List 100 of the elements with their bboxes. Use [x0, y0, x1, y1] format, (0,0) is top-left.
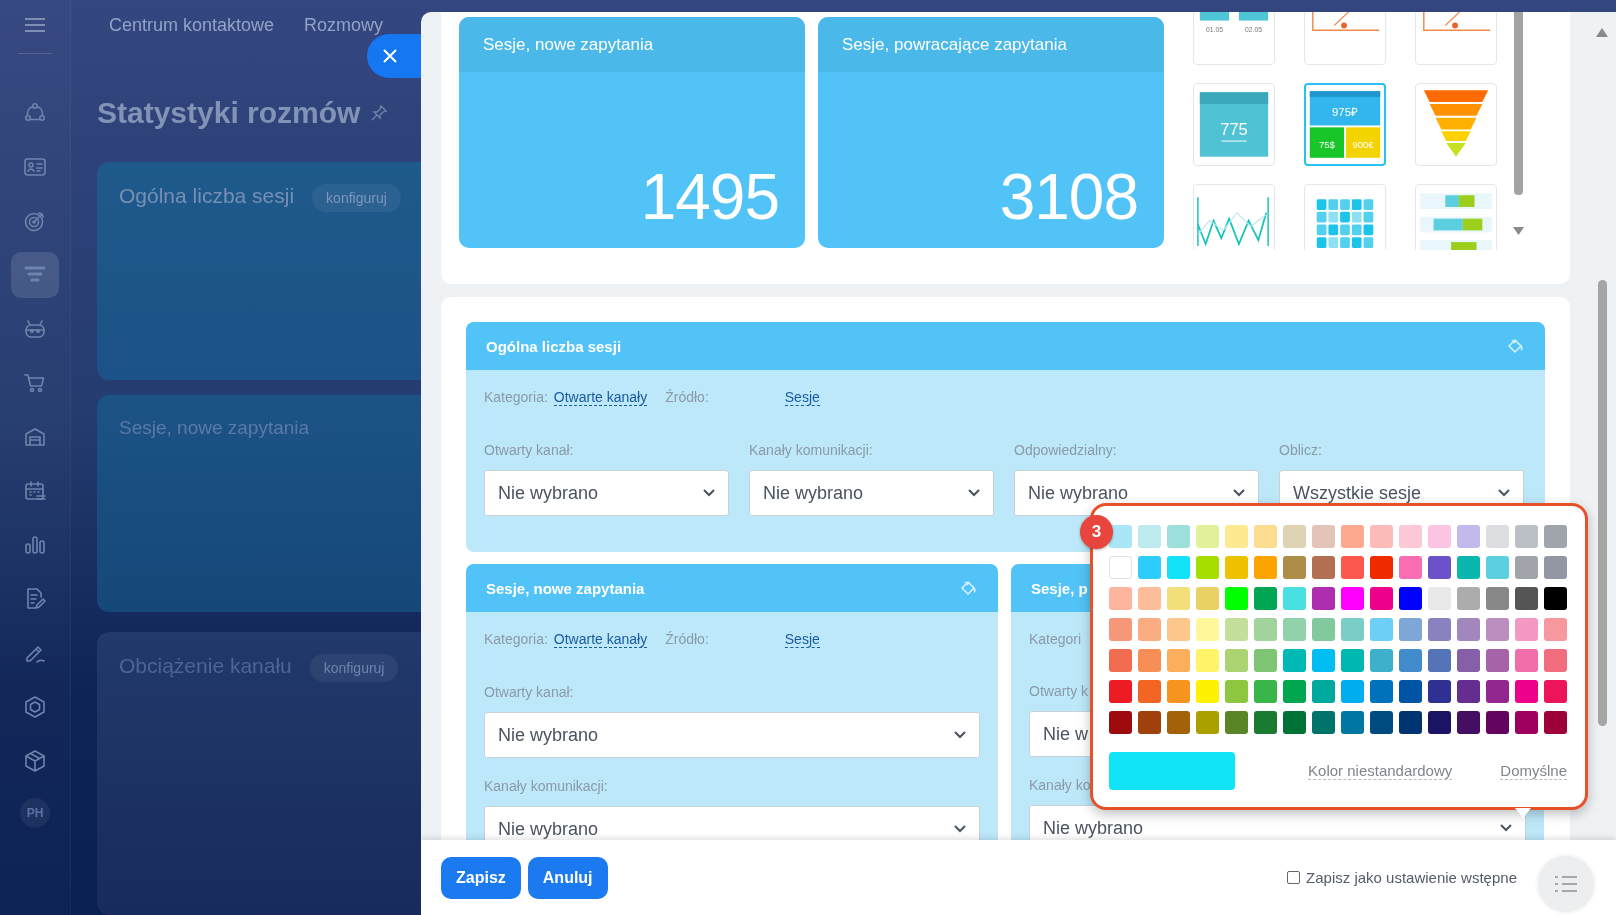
color-swatch[interactable]	[1196, 711, 1219, 734]
color-swatch[interactable]	[1399, 525, 1422, 548]
widget-type-option[interactable]	[1193, 184, 1275, 250]
paint-bucket-icon[interactable]	[958, 578, 978, 598]
color-swatch[interactable]	[1138, 525, 1161, 548]
color-swatch[interactable]	[1515, 525, 1538, 548]
color-swatch[interactable]	[1312, 711, 1335, 734]
color-swatch[interactable]	[1167, 680, 1190, 703]
color-swatch[interactable]	[1544, 525, 1567, 548]
color-swatch[interactable]	[1254, 556, 1277, 579]
color-swatch[interactable]	[1254, 525, 1277, 548]
action-button[interactable]: Zapisz	[441, 856, 521, 899]
color-swatch[interactable]	[1341, 649, 1364, 672]
color-swatch[interactable]	[1544, 711, 1567, 734]
dropdown-select[interactable]: Nie wybrano	[484, 806, 980, 840]
color-swatch[interactable]	[1254, 649, 1277, 672]
color-swatch[interactable]	[1486, 649, 1509, 672]
color-swatch[interactable]	[1225, 618, 1248, 641]
action-button[interactable]: Anuluj	[527, 856, 608, 899]
color-swatch[interactable]	[1167, 649, 1190, 672]
color-swatch[interactable]	[1109, 556, 1132, 579]
category-link[interactable]: Otwarte kanały	[553, 631, 648, 648]
color-swatch[interactable]	[1370, 711, 1393, 734]
color-swatch[interactable]	[1167, 587, 1190, 610]
checkbox[interactable]	[1287, 871, 1301, 884]
color-swatch[interactable]	[1370, 587, 1393, 610]
color-swatch[interactable]	[1225, 587, 1248, 610]
color-swatch[interactable]	[1515, 556, 1538, 579]
color-swatch[interactable]	[1399, 587, 1422, 610]
color-swatch[interactable]	[1196, 618, 1219, 641]
color-swatch[interactable]	[1196, 649, 1219, 672]
color-swatch[interactable]	[1283, 525, 1306, 548]
color-swatch[interactable]	[1399, 680, 1422, 703]
scroll-up-icon[interactable]	[1596, 28, 1608, 37]
color-swatch[interactable]	[1544, 649, 1567, 672]
menu-icon[interactable]	[24, 17, 46, 33]
color-swatch[interactable]	[1109, 525, 1132, 548]
color-swatch[interactable]	[1341, 711, 1364, 734]
nav-tab[interactable]: Centrum kontaktowe	[109, 14, 275, 36]
color-swatch[interactable]	[1254, 711, 1277, 734]
scrollbar-thumb[interactable]	[1514, 12, 1523, 195]
color-swatch[interactable]	[1283, 556, 1306, 579]
color-swatch[interactable]	[1370, 525, 1393, 548]
color-swatch[interactable]	[1225, 649, 1248, 672]
close-button[interactable]	[367, 34, 421, 78]
default-color-link[interactable]: Domyślne	[1500, 762, 1567, 780]
color-swatch[interactable]	[1254, 680, 1277, 703]
color-swatch[interactable]	[1196, 525, 1219, 548]
color-swatch[interactable]	[1138, 618, 1161, 641]
color-swatch[interactable]	[1428, 618, 1451, 641]
color-swatch[interactable]	[1138, 711, 1161, 734]
color-swatch[interactable]	[1486, 711, 1509, 734]
color-swatch[interactable]	[1428, 556, 1451, 579]
color-swatch[interactable]	[1312, 556, 1335, 579]
color-swatch[interactable]	[1457, 556, 1480, 579]
color-swatch[interactable]	[1109, 711, 1132, 734]
color-swatch[interactable]	[1370, 556, 1393, 579]
color-swatch[interactable]	[1515, 680, 1538, 703]
color-swatch[interactable]	[1254, 587, 1277, 610]
color-swatch[interactable]	[1225, 525, 1248, 548]
color-swatch[interactable]	[1457, 680, 1480, 703]
color-swatch[interactable]	[1254, 618, 1277, 641]
color-swatch[interactable]	[1457, 587, 1480, 610]
paint-bucket-icon[interactable]	[1505, 336, 1525, 356]
color-swatch[interactable]	[1457, 649, 1480, 672]
custom-color-link[interactable]: Kolor niestandardowy	[1308, 762, 1453, 780]
color-swatch[interactable]	[1515, 587, 1538, 610]
color-swatch[interactable]	[1312, 649, 1335, 672]
color-swatch[interactable]	[1370, 618, 1393, 641]
color-swatch[interactable]	[1370, 649, 1393, 672]
color-swatch[interactable]	[1312, 587, 1335, 610]
color-swatch[interactable]	[1167, 711, 1190, 734]
widget-type-option[interactable]	[1415, 184, 1497, 250]
color-preview[interactable]	[1109, 752, 1235, 790]
dropdown-select[interactable]: Nie wybrano	[749, 470, 994, 516]
widget-type-option[interactable]	[1415, 83, 1497, 166]
color-swatch[interactable]	[1544, 618, 1567, 641]
color-swatch[interactable]	[1312, 525, 1335, 548]
color-swatch[interactable]	[1486, 525, 1509, 548]
color-swatch[interactable]	[1399, 618, 1422, 641]
color-swatch[interactable]	[1428, 649, 1451, 672]
color-swatch[interactable]	[1196, 587, 1219, 610]
color-swatch[interactable]	[1457, 711, 1480, 734]
color-swatch[interactable]	[1138, 587, 1161, 610]
pin-icon[interactable]	[370, 104, 389, 123]
color-swatch[interactable]	[1283, 587, 1306, 610]
color-swatch[interactable]	[1544, 587, 1567, 610]
color-swatch[interactable]	[1515, 618, 1538, 641]
color-swatch[interactable]	[1109, 649, 1132, 672]
dropdown-select[interactable]: Nie wybrano	[484, 470, 729, 516]
color-swatch[interactable]	[1138, 680, 1161, 703]
color-swatch[interactable]	[1428, 711, 1451, 734]
color-swatch[interactable]	[1167, 525, 1190, 548]
color-swatch[interactable]	[1515, 711, 1538, 734]
color-swatch[interactable]	[1283, 711, 1306, 734]
color-swatch[interactable]	[1399, 556, 1422, 579]
color-swatch[interactable]	[1283, 680, 1306, 703]
color-swatch[interactable]	[1283, 649, 1306, 672]
color-swatch[interactable]	[1486, 556, 1509, 579]
color-swatch[interactable]	[1515, 649, 1538, 672]
